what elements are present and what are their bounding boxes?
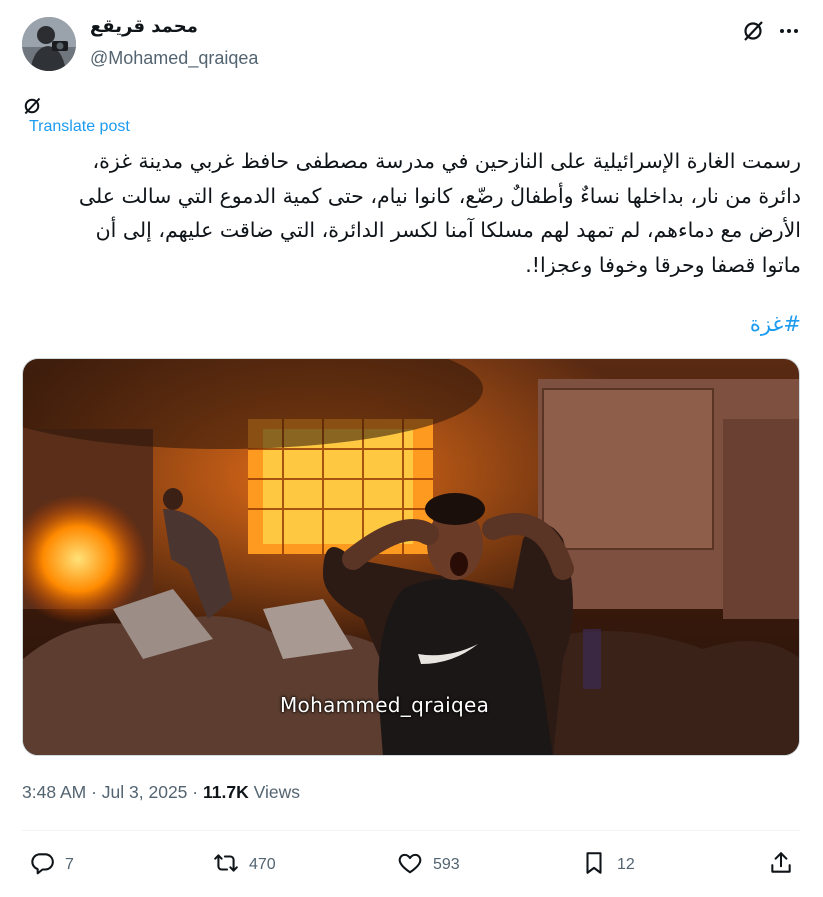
- meta-separator: ·: [192, 782, 199, 802]
- share-button[interactable]: [768, 850, 794, 880]
- bookmark-count: 12: [617, 856, 635, 873]
- views-label: Views: [253, 782, 300, 802]
- like-button[interactable]: 593: [397, 850, 460, 880]
- avatar-image: [22, 17, 76, 71]
- reply-icon: [29, 850, 55, 881]
- repost-button[interactable]: 470: [213, 850, 276, 880]
- tweet-time[interactable]: 3:48 AM: [22, 782, 86, 802]
- bookmark-button[interactable]: 12: [581, 850, 635, 880]
- views-count: 11.7K: [203, 782, 249, 802]
- bookmark-icon: [581, 850, 607, 881]
- share-icon: [768, 850, 794, 881]
- like-count: 593: [433, 856, 460, 873]
- author-display-name[interactable]: محمد قريقع: [90, 16, 198, 37]
- hashtag-link[interactable]: #غزة: [750, 312, 801, 336]
- translate-post-link[interactable]: Translate post: [29, 118, 130, 136]
- repost-icon: [213, 850, 239, 881]
- more-icon[interactable]: [777, 19, 801, 43]
- tweet-meta: 3:48 AM · Jul 3, 2025 · 11.7K Views: [22, 782, 300, 803]
- grok-icon[interactable]: [741, 19, 765, 43]
- reply-button[interactable]: 7: [29, 850, 74, 880]
- reply-count: 7: [65, 856, 74, 873]
- tweet-date[interactable]: Jul 3, 2025: [102, 782, 188, 802]
- author-handle[interactable]: @Mohamed_qraiqea: [90, 48, 258, 69]
- tweet-text: رسمت الغارة الإسرائيلية على النازحين في …: [78, 149, 801, 277]
- divider: [22, 830, 800, 831]
- heart-icon: [397, 850, 423, 881]
- repost-count: 470: [249, 856, 276, 873]
- video-watermark: Mohammed_qraiqea: [280, 693, 490, 717]
- meta-separator: ·: [91, 782, 97, 802]
- avatar[interactable]: [22, 17, 76, 71]
- grok-translate-icon[interactable]: [22, 96, 42, 116]
- tweet-media-video[interactable]: Mohammed_qraiqea: [22, 358, 800, 756]
